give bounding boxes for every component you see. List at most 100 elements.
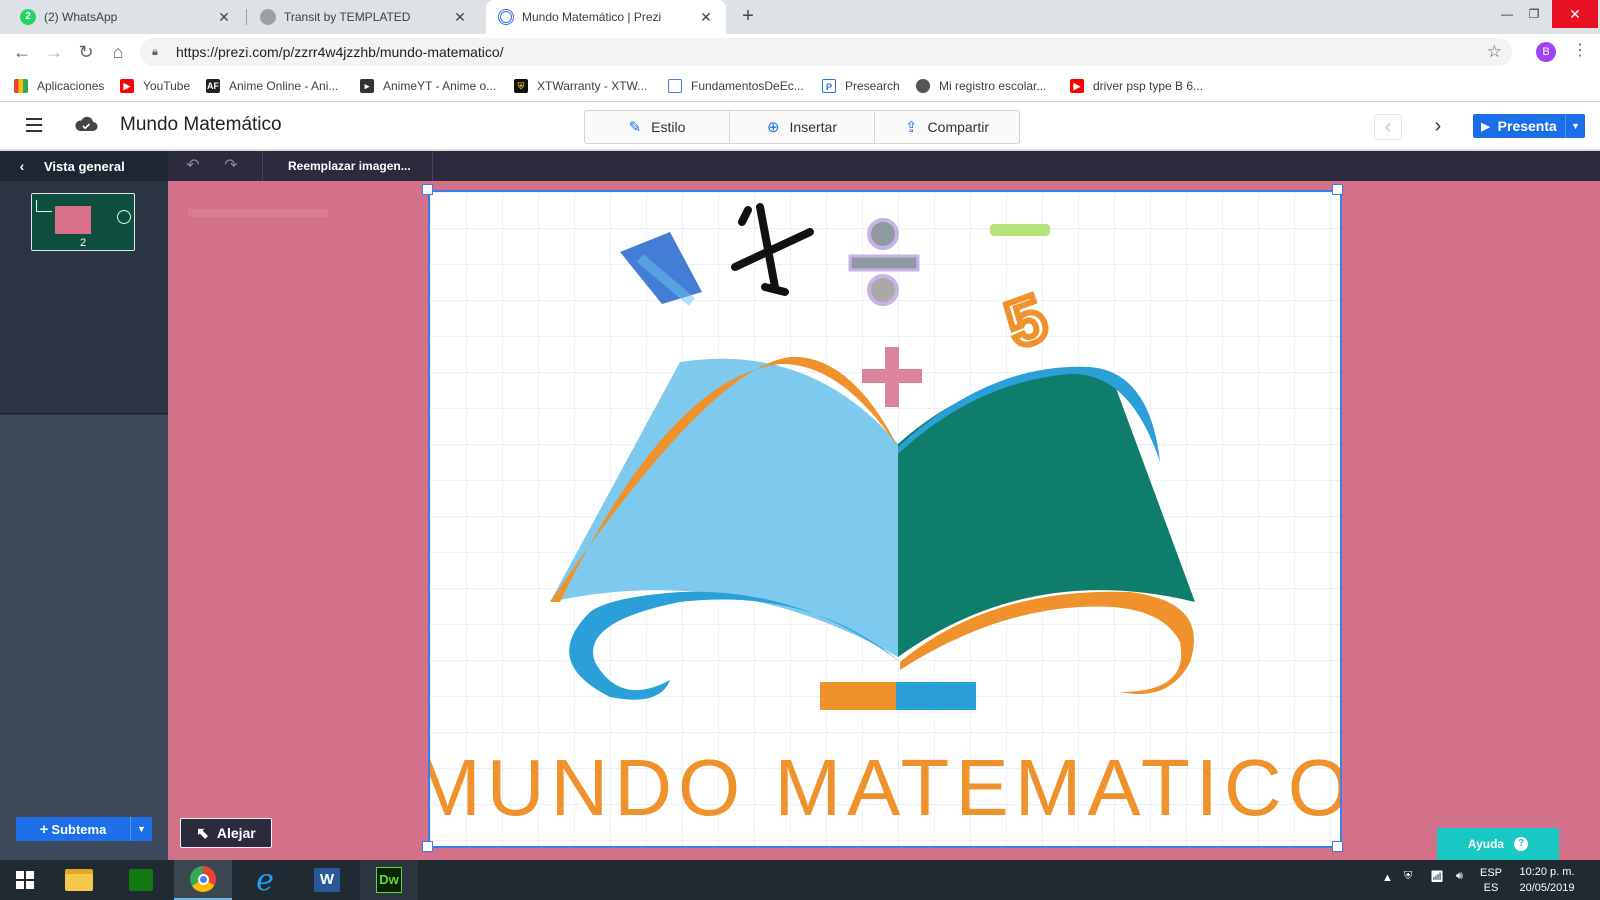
profile-avatar[interactable]: B — [1536, 42, 1556, 62]
bookmark-registro[interactable]: Mi registro escolar... — [916, 77, 1046, 95]
tab-label: Transit by TEMPLATED — [284, 10, 411, 24]
hamburger-menu-icon[interactable] — [26, 118, 42, 132]
next-step-button[interactable]: › — [1424, 114, 1452, 140]
overview-label: Vista general — [44, 158, 125, 174]
redo-icon[interactable]: ↷ — [220, 155, 242, 177]
tab-separator — [246, 9, 247, 25]
resize-handle-top-right[interactable] — [1332, 184, 1343, 195]
language-code: ESP — [1480, 867, 1503, 879]
restore-button[interactable]: ❐ — [1516, 0, 1552, 28]
tab-whatsapp[interactable]: 2 (2) WhatsApp ✕ — [8, 0, 244, 34]
reload-icon[interactable]: ↻ — [74, 40, 98, 64]
internet-explorer-icon[interactable]: e — [236, 860, 294, 900]
browser-tab-strip: 2 (2) WhatsApp ✕ Transit by TEMPLATED ✕ … — [0, 0, 1600, 34]
home-icon[interactable]: ⌂ — [106, 40, 130, 64]
bookmark-xtwarranty[interactable]: ⛨ XTWarranty - XTW... — [514, 77, 647, 95]
forward-arrow-icon[interactable]: → — [42, 40, 66, 64]
bookmark-driver-psp[interactable]: ▶ driver psp type B 6... — [1070, 77, 1203, 95]
dreamweaver-icon[interactable]: Dw — [360, 860, 418, 900]
plus-icon: + — [39, 820, 49, 838]
bookmarks-bar: Aplicaciones ▶ YouTube AF Anime Online -… — [0, 70, 1600, 102]
estilo-label: Estilo — [651, 119, 686, 135]
language-indicator[interactable]: ESP ES — [1480, 866, 1502, 896]
anime-online-icon: AF — [206, 79, 220, 93]
bookmark-star-icon[interactable]: ☆ — [1487, 42, 1502, 62]
present-main[interactable]: ▶ Presenta — [1473, 114, 1565, 138]
presentation-title[interactable]: Mundo Matemático — [120, 114, 282, 136]
browser-menu-icon[interactable]: ⋮ — [1572, 40, 1588, 64]
file-explorer-icon[interactable] — [50, 860, 108, 900]
close-window-button[interactable]: ✕ — [1552, 0, 1598, 28]
plus-circle-icon: ⊕ — [766, 119, 780, 136]
resize-handle-bottom-left[interactable] — [422, 841, 433, 852]
sidebar-divider — [0, 413, 168, 414]
system-clock[interactable]: 10:20 p. m. 20/05/2019 — [1512, 864, 1582, 896]
volume-icon[interactable]: 🔊︎ — [1456, 870, 1463, 883]
show-hidden-icons[interactable]: ▲ — [1382, 872, 1393, 884]
resize-handle-top-left[interactable] — [422, 184, 433, 195]
compartir-button[interactable]: ⇪ Compartir — [875, 111, 1019, 143]
compartir-label: Compartir — [927, 119, 990, 135]
bookmark-presearch[interactable]: P Presearch — [822, 77, 900, 95]
bookmark-label: driver psp type B 6... — [1093, 79, 1204, 93]
mundo-matematico-logo: 5 MUNDO MATEMATICO — [430, 192, 1340, 846]
question-icon: ? — [1514, 837, 1529, 851]
close-tab-icon[interactable]: ✕ — [698, 9, 714, 26]
subtopic-main[interactable]: + Subtema — [16, 817, 130, 841]
background-decoration — [188, 209, 328, 217]
globe-icon — [916, 79, 930, 93]
url-text: https://prezi.com/p/zzrr4w4jzzhb/mundo-m… — [176, 44, 504, 60]
add-subtopic-button[interactable]: + Subtema ▼ — [16, 817, 152, 841]
subtopic-options-chevron-icon[interactable]: ▼ — [130, 817, 152, 841]
new-tab-button[interactable]: + — [736, 5, 760, 29]
bookmark-youtube[interactable]: ▶ YouTube — [120, 77, 190, 95]
slide-thumbnail[interactable]: 2 — [31, 193, 135, 251]
chrome-icon[interactable] — [174, 860, 232, 900]
whatsapp-icon: 2 — [20, 9, 36, 25]
cloud-saved-icon — [75, 116, 98, 131]
chevron-left-icon: ‹ — [19, 158, 25, 174]
address-bar[interactable]: 🔒︎ https://prezi.com/p/zzrr4w4jzzhb/mund… — [140, 38, 1512, 66]
zoom-out-button[interactable]: ⬉ Alejar — [180, 818, 272, 848]
thumbnail-number: 2 — [79, 237, 87, 249]
close-tab-icon[interactable]: ✕ — [452, 9, 468, 26]
close-tab-icon[interactable]: ✕ — [216, 9, 232, 26]
bookmark-label: AnimeYT - Anime o... — [383, 79, 497, 93]
insertar-button[interactable]: ⊕ Insertar — [730, 111, 875, 143]
resize-handle-bottom-right[interactable] — [1332, 841, 1343, 852]
insertar-label: Insertar — [789, 119, 838, 135]
tab-prezi[interactable]: Mundo Matemático | Prezi ✕ — [486, 0, 726, 34]
subtopic-label: Subtema — [51, 821, 107, 837]
security-icon[interactable]: ⛨ — [1404, 870, 1412, 883]
document-icon — [668, 79, 682, 93]
estilo-button[interactable]: ✎ Estilo — [585, 111, 730, 143]
apps-grid-icon — [14, 79, 28, 93]
windows-start-icon[interactable] — [0, 860, 50, 900]
prezi-canvas[interactable]: ↶ ↷ Reemplazar imagen... 5 MUNDO MATEMAT… — [168, 151, 1600, 860]
tab-label: Mundo Matemático | Prezi — [522, 10, 662, 24]
present-button[interactable]: ▶ Presenta ▼ — [1473, 114, 1585, 138]
bookmark-label: Aplicaciones — [37, 79, 105, 93]
tab-transit[interactable]: Transit by TEMPLATED ✕ — [248, 0, 480, 34]
help-button[interactable]: Ayuda ? — [1437, 828, 1559, 860]
bookmark-label: Mi registro escolar... — [939, 79, 1047, 93]
previous-step-button[interactable]: ‹ — [1374, 114, 1402, 140]
overview-button[interactable]: ‹ Vista general — [0, 151, 168, 181]
selected-image[interactable]: 5 MUNDO MATEMATICO — [428, 190, 1342, 848]
back-arrow-icon[interactable]: ← — [10, 40, 34, 64]
undo-icon[interactable]: ↶ — [182, 155, 204, 177]
present-options-chevron-icon[interactable]: ▼ — [1565, 114, 1585, 138]
play-icon: ▶ — [1481, 120, 1490, 133]
left-sidebar: ‹ Vista general 2 + Subtema ▼ — [0, 151, 168, 860]
word-icon[interactable]: W — [298, 860, 356, 900]
toolbar-separator — [432, 151, 433, 181]
replace-image-button[interactable]: Reemplazar imagen... — [288, 159, 411, 173]
share-icon: ⇪ — [904, 119, 918, 136]
store-icon[interactable] — [112, 860, 170, 900]
bookmark-anime-online[interactable]: AF Anime Online - Ani... — [206, 77, 338, 95]
network-icon[interactable]: 📶︎ — [1430, 870, 1444, 883]
bookmark-fundamentos[interactable]: FundamentosDeEc... — [668, 77, 804, 95]
bookmark-animeyt[interactable]: ▸ AnimeYT - Anime o... — [360, 77, 496, 95]
action-button-group: ✎ Estilo ⊕ Insertar ⇪ Compartir — [584, 110, 1020, 144]
bookmark-aplicaciones[interactable]: Aplicaciones — [14, 77, 104, 95]
